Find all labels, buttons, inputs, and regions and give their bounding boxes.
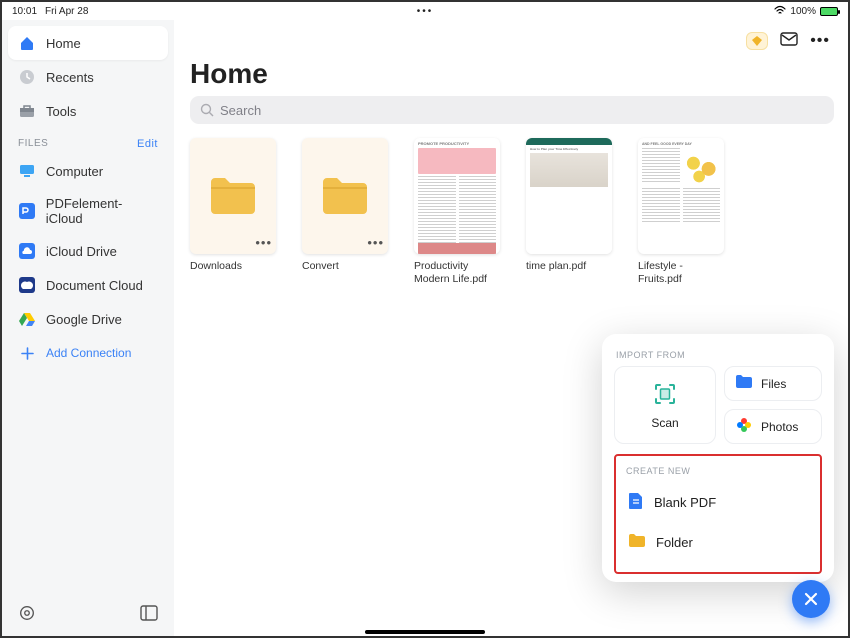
folder-icon [735,374,753,393]
import-photos-button[interactable]: Photos [724,409,822,444]
document-tile[interactable]: How to Plan your Time Effectivelytime pl… [526,138,612,286]
folder-icon [628,533,646,552]
folder-icon [321,176,369,216]
folder-icon [209,176,257,216]
tile-label: Downloads [190,260,276,273]
sidebar: Home Recents Tools FILES Edit Computer PDFe… [2,20,174,636]
nav-item-label: Recents [46,70,94,85]
import-scan-button[interactable]: Scan [614,366,716,444]
scan-icon [652,381,678,410]
add-connection-button[interactable]: Add Connection [8,336,168,370]
nav-item-label: Home [46,36,81,51]
nav-item-label: Tools [46,104,76,119]
files-label: Files [761,377,786,391]
close-icon [803,591,819,607]
mail-button[interactable] [780,31,798,52]
tile-more-icon[interactable]: ••• [255,235,272,250]
files-section-label: FILES [18,138,48,150]
location-label: iCloud Drive [46,244,117,259]
folder-label: Folder [656,535,693,550]
document-tile[interactable]: PROMOTE PRODUCTIVITYProductivity Modern … [414,138,500,286]
scan-label: Scan [651,416,678,430]
status-dots-icon: ••• [417,6,434,17]
folder-tile[interactable]: ••• Convert [302,138,388,286]
location-label: Google Drive [46,312,122,327]
search-placeholder: Search [220,103,261,118]
page-title: Home [190,58,834,90]
location-item-google-drive[interactable]: Google Drive [8,302,168,336]
home-icon [18,34,36,52]
tile-label: time plan.pdf [526,260,612,273]
import-files-button[interactable]: Files [724,366,822,401]
folder-tile[interactable]: ••• Downloads [190,138,276,286]
photos-icon [735,416,753,437]
battery-percent: 100% [790,6,816,17]
clock-icon [18,68,36,86]
nav-item-tools[interactable]: Tools [8,94,168,128]
plus-icon [18,344,36,362]
home-indicator [365,630,485,634]
location-item-computer[interactable]: Computer [8,154,168,188]
location-label: Document Cloud [46,278,143,293]
import-from-label: IMPORT FROM [616,350,822,360]
sidebar-toggle-button[interactable] [138,602,160,624]
pdfelement-icon [18,202,36,220]
location-label: PDFelement-iCloud [46,196,158,226]
add-popover: IMPORT FROM Scan Files [602,334,834,582]
add-connection-label: Add Connection [46,346,131,360]
more-button[interactable]: ••• [810,32,830,50]
close-fab-button[interactable] [792,580,830,618]
location-item-pdfelement-icloud[interactable]: PDFelement-iCloud [8,188,168,234]
tile-more-icon[interactable]: ••• [367,235,384,250]
nav-item-recents[interactable]: Recents [8,60,168,94]
premium-badge-button[interactable] [746,32,768,50]
tile-label: Lifestyle - Fruits.pdf [638,260,724,286]
status-time: 10:01 [12,6,37,17]
location-item-document-cloud[interactable]: Document Cloud [8,268,168,302]
photos-label: Photos [761,420,798,434]
nav-item-home[interactable]: Home [8,26,168,60]
main-area: ••• Home Search ••• Downloads ••• Convert PR… [174,20,848,636]
location-label: Computer [46,164,103,179]
computer-icon [18,162,36,180]
blank-pdf-label: Blank PDF [654,495,716,510]
create-folder-button[interactable]: Folder [624,523,812,562]
wifi-icon [774,5,786,18]
search-input[interactable]: Search [190,96,834,124]
create-new-highlight: CREATE NEW Blank PDF Folder [614,454,822,574]
settings-button[interactable] [16,602,38,624]
toolbox-icon [18,102,36,120]
create-new-label: CREATE NEW [626,466,812,476]
create-blank-pdf-button[interactable]: Blank PDF [624,482,812,523]
document-tile[interactable]: AND FEEL GOOD EVERY DAYLifestyle - Fruit… [638,138,724,286]
battery-icon [820,7,838,16]
icloud-icon [18,242,36,260]
files-edit-button[interactable]: Edit [137,138,158,150]
items-grid: ••• Downloads ••• Convert PROMOTE PRODUCTIVI… [190,138,834,286]
blank-pdf-icon [628,492,644,513]
status-date: Fri Apr 28 [45,6,88,17]
location-item-icloud-drive[interactable]: iCloud Drive [8,234,168,268]
gdrive-icon [18,310,36,328]
tile-label: Convert [302,260,388,273]
search-icon [200,103,214,117]
status-bar: 10:01 Fri Apr 28 ••• 100% [2,2,848,20]
adobe-icon [18,276,36,294]
files-section-header: FILES Edit [8,128,168,154]
tile-label: Productivity Modern Life.pdf [414,260,500,286]
